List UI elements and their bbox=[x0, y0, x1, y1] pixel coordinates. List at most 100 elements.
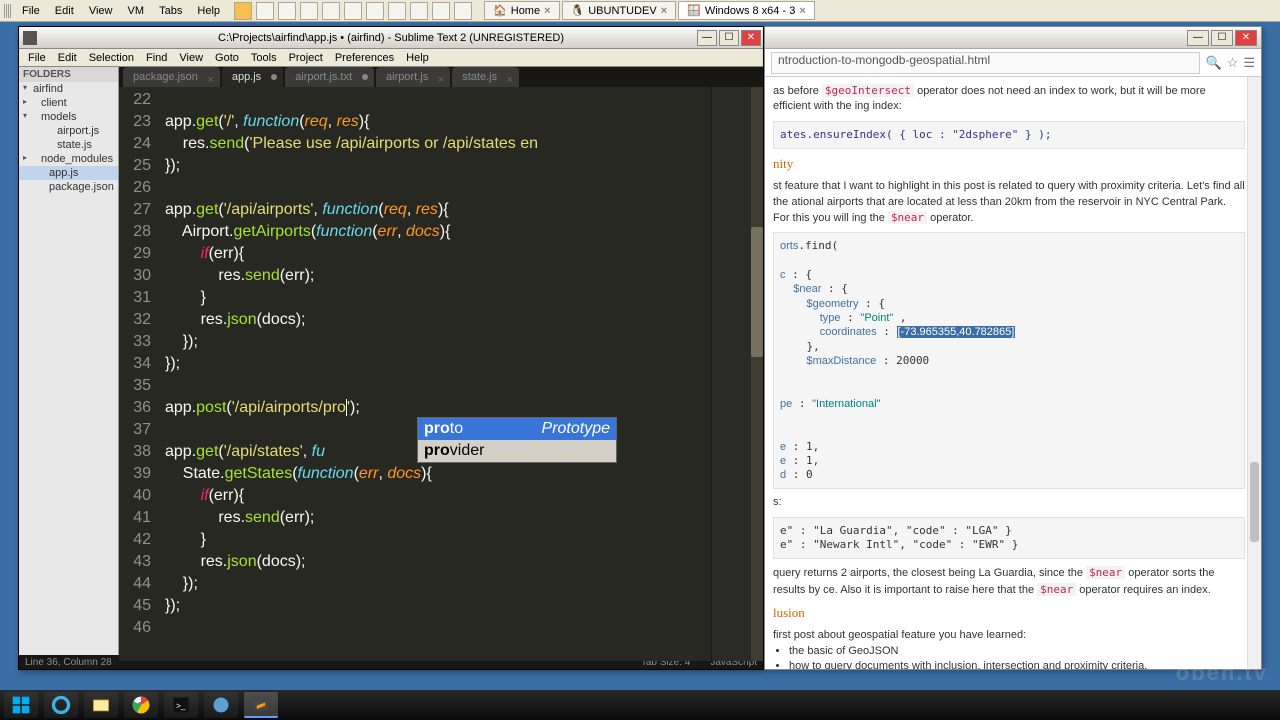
minimap[interactable] bbox=[711, 87, 751, 661]
start-button[interactable] bbox=[4, 692, 38, 718]
menu-preferences[interactable]: Preferences bbox=[330, 52, 399, 64]
browser-titlebar[interactable]: — ☐ ✕ bbox=[765, 27, 1261, 49]
menu-project[interactable]: Project bbox=[284, 52, 328, 64]
taskbar-sublime[interactable] bbox=[244, 692, 278, 718]
doc-text: st feature that I want to highlight in t… bbox=[773, 180, 1245, 224]
vm-icon-6[interactable] bbox=[366, 2, 384, 20]
url-field[interactable]: ntroduction-to-mongodb-geospatial.html bbox=[771, 52, 1200, 74]
sidebar: FOLDERS airfind client models airport.js… bbox=[19, 67, 119, 655]
taskbar-explorer[interactable] bbox=[84, 692, 118, 718]
file-airport-js[interactable]: airport.js bbox=[19, 124, 118, 138]
menu-tools[interactable]: Tools bbox=[246, 52, 282, 64]
toolbar-grip-icon bbox=[4, 4, 12, 18]
sublime-titlebar[interactable]: C:\Projects\airfind\app.js • (airfind) -… bbox=[19, 27, 763, 49]
dirty-icon bbox=[271, 74, 277, 80]
close-icon[interactable]: × bbox=[544, 5, 550, 17]
star-icon[interactable]: ☆ bbox=[1227, 55, 1239, 71]
vm-tab-ubuntu[interactable]: 🐧 UBUNTUDEV × bbox=[562, 1, 677, 20]
autocomplete-popup: protoPrototypeprovider bbox=[417, 417, 617, 463]
menu-find[interactable]: Find bbox=[141, 52, 172, 64]
vm-icon-10[interactable] bbox=[454, 2, 472, 20]
autocomplete-item-proto[interactable]: protoPrototype bbox=[418, 418, 616, 440]
menu-selection[interactable]: Selection bbox=[84, 52, 139, 64]
vm-menu-view[interactable]: View bbox=[83, 5, 119, 17]
inline-code: $geoIntersect bbox=[822, 84, 914, 97]
vm-icon-2[interactable] bbox=[278, 2, 296, 20]
scrollbar-thumb[interactable] bbox=[1250, 462, 1259, 542]
doc-text: as before bbox=[773, 85, 822, 97]
taskbar-chrome[interactable] bbox=[124, 692, 158, 718]
vm-tab-home[interactable]: 🏠 Home × bbox=[484, 1, 559, 20]
tab-bar: package.json× app.js airport.js.txt airp… bbox=[119, 67, 763, 87]
menu-view[interactable]: View bbox=[174, 52, 208, 64]
vm-tab-ubuntu-label: UBUNTUDEV bbox=[588, 5, 656, 17]
snapshot-icon[interactable] bbox=[322, 2, 340, 20]
folder-node-modules[interactable]: node_modules bbox=[19, 152, 118, 166]
fullscreen-icon[interactable] bbox=[410, 2, 428, 20]
vm-tab-windows[interactable]: 🪟 Windows 8 x64 - 3 × bbox=[678, 1, 815, 20]
folder-client[interactable]: client bbox=[19, 96, 118, 110]
code-area[interactable]: app.get('/', function(req, res){ res.sen… bbox=[161, 87, 711, 661]
vm-icon-3[interactable] bbox=[300, 2, 318, 20]
tab-airport-js-txt[interactable]: airport.js.txt bbox=[285, 67, 374, 87]
vm-menu-help[interactable]: Help bbox=[191, 5, 226, 17]
vm-icon-5[interactable] bbox=[344, 2, 362, 20]
dirty-icon bbox=[362, 74, 368, 80]
vmware-tabs: 🏠 Home × 🐧 UBUNTUDEV × 🪟 Windows 8 x64 -… bbox=[484, 1, 815, 20]
maximize-button[interactable]: ☐ bbox=[1211, 30, 1233, 46]
folder-models[interactable]: models bbox=[19, 110, 118, 124]
sublime-title-text: C:\Projects\airfind\app.js • (airfind) -… bbox=[218, 32, 564, 44]
file-app-js[interactable]: app.js bbox=[19, 166, 118, 180]
minimize-button[interactable]: — bbox=[697, 30, 717, 46]
pause-icon[interactable] bbox=[234, 2, 252, 20]
tab-airport-js[interactable]: airport.js× bbox=[376, 67, 450, 87]
taskbar-cmd[interactable]: >_ bbox=[164, 692, 198, 718]
taskbar-app[interactable] bbox=[204, 692, 238, 718]
vm-menu-edit[interactable]: Edit bbox=[49, 5, 80, 17]
vm-icon-1[interactable] bbox=[256, 2, 274, 20]
tab-app-js[interactable]: app.js bbox=[222, 67, 283, 87]
sublime-menu: File Edit Selection Find View Goto Tools… bbox=[19, 49, 763, 67]
sublime-window: C:\Projects\airfind\app.js • (airfind) -… bbox=[18, 26, 764, 670]
autocomplete-item-provider[interactable]: provider bbox=[418, 440, 616, 462]
menu-file[interactable]: File bbox=[23, 52, 51, 64]
close-button[interactable]: ✕ bbox=[1235, 30, 1257, 46]
menu-help[interactable]: Help bbox=[401, 52, 434, 64]
inline-code: $near bbox=[888, 211, 927, 224]
vm-menu-file[interactable]: File bbox=[16, 5, 46, 17]
minimize-button[interactable]: — bbox=[1187, 30, 1209, 46]
tab-package-json[interactable]: package.json× bbox=[123, 67, 220, 87]
vm-menu-tabs[interactable]: Tabs bbox=[153, 5, 188, 17]
menu-goto[interactable]: Goto bbox=[210, 52, 244, 64]
unity-icon[interactable] bbox=[432, 2, 450, 20]
close-button[interactable]: ✕ bbox=[741, 30, 761, 46]
vm-menu-vm[interactable]: VM bbox=[122, 5, 151, 17]
close-icon[interactable]: × bbox=[661, 5, 667, 17]
taskbar-ie[interactable] bbox=[44, 692, 78, 718]
file-package-json[interactable]: package.json bbox=[19, 180, 118, 194]
close-icon[interactable]: × bbox=[799, 5, 805, 17]
heading-conclusion: lusion bbox=[773, 604, 1245, 622]
svg-text:>_: >_ bbox=[176, 700, 186, 710]
url-bar: ntroduction-to-mongodb-geospatial.html 🔍… bbox=[765, 49, 1261, 77]
file-state-js[interactable]: state.js bbox=[19, 138, 118, 152]
editor[interactable]: 22 23 24 25 26 27 28 29 30 31 32 33 34 3… bbox=[119, 87, 763, 661]
scrollbar-vertical[interactable] bbox=[1247, 77, 1261, 669]
vmware-toolbar-icons bbox=[234, 2, 472, 20]
menu-edit[interactable]: Edit bbox=[53, 52, 82, 64]
tab-state-js[interactable]: state.js× bbox=[452, 67, 519, 87]
scrollbar-thumb[interactable] bbox=[751, 227, 763, 357]
vm-icon-7[interactable] bbox=[388, 2, 406, 20]
menu-icon[interactable]: ☰ bbox=[1243, 55, 1255, 71]
tab-label: airport.js.txt bbox=[295, 71, 352, 83]
doc-text: first post about geospatial feature you … bbox=[773, 628, 1245, 643]
tab-label: state.js bbox=[462, 71, 497, 83]
search-icon[interactable]: 🔍 bbox=[1206, 55, 1222, 71]
taskbar: >_ bbox=[0, 690, 1280, 720]
doc-text: operator. bbox=[927, 212, 973, 224]
tab-label: package.json bbox=[133, 71, 198, 83]
maximize-button[interactable]: ☐ bbox=[719, 30, 739, 46]
scrollbar-vertical[interactable] bbox=[751, 87, 763, 661]
list-item: the basic of GeoJSON bbox=[789, 644, 1245, 659]
folder-airfind[interactable]: airfind bbox=[19, 82, 118, 96]
